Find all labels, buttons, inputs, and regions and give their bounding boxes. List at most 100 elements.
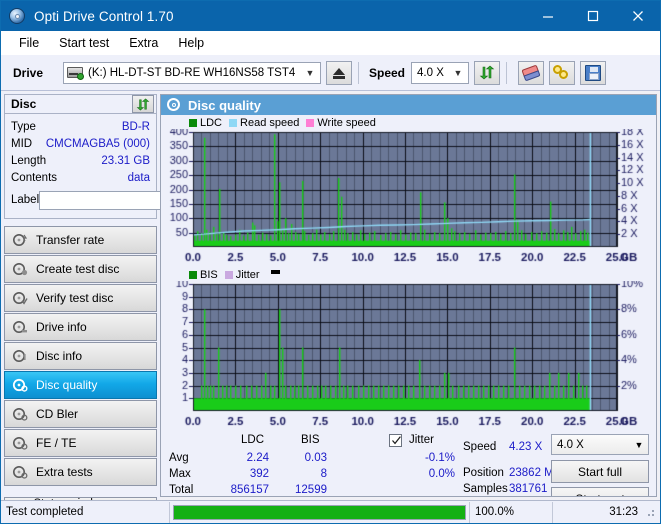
menu-bar: File Start test Extra Help	[1, 31, 660, 55]
eject-button[interactable]	[326, 60, 352, 85]
disc-length-label: Length	[11, 154, 47, 167]
sidebar: Disc Type BD-R MID CMCMAGBA5 (000) Lengt…	[1, 92, 244, 511]
keys-button[interactable]	[549, 60, 576, 85]
refresh-icon	[479, 65, 495, 80]
minimize-button[interactable]	[525, 1, 570, 31]
legend-label: Read speed	[240, 116, 300, 129]
chart2-legend: BIS Jitter	[161, 268, 656, 281]
elapsed-time: 31:23	[609, 506, 638, 518]
sidebar-item-drive-info[interactable]: Drive info	[4, 313, 157, 341]
jitter-checkbox[interactable]	[389, 434, 402, 447]
legend-item-ldc: LDC	[189, 117, 222, 129]
legend-label: Jitter	[235, 268, 260, 281]
legend-item-write-speed: Write speed	[306, 117, 376, 129]
sidebar-item-disc-info[interactable]: Disc info	[4, 342, 157, 370]
progress-fill	[174, 505, 465, 519]
status-bar: Test completed 100.0% 31:23	[1, 500, 660, 523]
legend-swatch	[189, 118, 197, 127]
stats-row-max-label: Max	[169, 468, 191, 480]
disc-info-icon	[12, 348, 30, 364]
window-title: Opti Drive Control 1.70	[34, 8, 174, 24]
position-stat-label: Position	[463, 467, 504, 479]
keys-icon	[553, 64, 571, 81]
refresh-button[interactable]	[474, 60, 501, 85]
status-separator-1	[169, 501, 170, 523]
nav-list: Transfer rate Create test disc Verify te…	[4, 226, 157, 487]
menu-file[interactable]: File	[9, 34, 49, 52]
bis-chart	[161, 281, 656, 431]
sidebar-label: Create test disc	[36, 262, 120, 276]
disc-verify-icon	[12, 290, 30, 306]
progress-bar	[173, 504, 466, 520]
test-speed-select[interactable]: 4.0 X ▼	[551, 434, 649, 455]
window-controls	[525, 1, 660, 31]
sidebar-item-create-test-disc[interactable]: Create test disc	[4, 255, 157, 283]
disc-create-icon	[12, 261, 30, 277]
sidebar-item-verify-test-disc[interactable]: Verify test disc	[4, 284, 157, 312]
legend-label: Write speed	[317, 116, 376, 129]
jitter-label: Jitter	[409, 434, 434, 446]
jitter-avg-value: -0.1%	[424, 452, 455, 464]
sidebar-label: FE / TE	[36, 436, 77, 450]
legend-swatch	[306, 118, 315, 127]
sidebar-item-transfer-rate[interactable]: Transfer rate	[4, 226, 157, 254]
start-full-button[interactable]: Start full	[551, 460, 649, 483]
disc-contents-value: data	[127, 171, 150, 184]
sidebar-item-cd-bler[interactable]: CD Bler	[4, 400, 157, 428]
page-title: Disc quality	[188, 97, 261, 113]
disc-drive-icon	[12, 319, 30, 335]
menu-extra[interactable]: Extra	[119, 34, 168, 52]
close-button[interactable]	[615, 1, 660, 31]
menu-start-test[interactable]: Start test	[49, 34, 119, 52]
samples-stat-value: 381761	[509, 483, 548, 495]
content-panel: Disc quality LDC Read speed Write speed	[160, 94, 657, 497]
chevron-down-icon: ▼	[305, 67, 315, 78]
disc-quality-icon	[167, 98, 181, 112]
legend-label: LDC	[200, 116, 223, 129]
speed-label: Speed	[369, 65, 406, 80]
save-button[interactable]	[580, 60, 607, 85]
start-part-button[interactable]: Start part	[551, 487, 649, 496]
drive-icon	[67, 65, 84, 80]
disc-refresh-button[interactable]	[132, 95, 154, 113]
sidebar-label: Transfer rate	[36, 233, 105, 247]
maximize-button[interactable]	[570, 1, 615, 31]
sidebar-label: Drive info	[36, 320, 87, 334]
stats-total-ldc: 856157	[230, 484, 269, 496]
chevron-down-icon: ▼	[453, 67, 463, 78]
ldc-chart-canvas[interactable]	[161, 129, 654, 265]
disc-contents-label: Contents	[11, 171, 58, 184]
chevron-down-icon: ▼	[634, 439, 644, 450]
status-message: Test completed	[6, 506, 84, 518]
sidebar-item-disc-quality[interactable]: Disc quality	[4, 371, 157, 399]
jitter-max-value: 0.0%	[428, 468, 455, 480]
menu-help[interactable]: Help	[168, 34, 214, 52]
test-speed-value: 4.0 X	[557, 438, 584, 451]
speed-select-value: 4.0 X	[417, 66, 444, 79]
disc-mid-label: MID	[11, 137, 33, 150]
speed-stat-value: 4.23 X	[509, 441, 543, 453]
disc-label-row: Label	[11, 188, 244, 212]
stats-max-ldc: 392	[249, 468, 269, 480]
disc-panel-header: Disc	[4, 94, 157, 113]
sidebar-label: CD Bler	[36, 407, 79, 421]
sidebar-item-extra-tests[interactable]: Extra tests	[4, 458, 157, 486]
disc-mid-value: CMCMAGBA5 (000)	[45, 137, 150, 150]
bis-chart-canvas[interactable]	[161, 281, 654, 431]
ldc-chart	[161, 129, 656, 265]
progress-percent: 100.0%	[475, 506, 515, 518]
disc-row-type: Type BD-R	[11, 118, 150, 135]
main-body: Disc Type BD-R MID CMCMAGBA5 (000) Lengt…	[1, 92, 660, 511]
disc-type-label: Type	[11, 120, 36, 133]
speed-select[interactable]: 4.0 X ▼	[411, 61, 470, 84]
sidebar-item-fe-te[interactable]: FE / TE	[4, 429, 157, 457]
eject-icon	[333, 68, 345, 75]
check-icon	[392, 436, 401, 445]
erase-button[interactable]	[518, 60, 545, 85]
drive-select[interactable]: (K:) HL-DT-ST BD-RE WH16NS58 TST4 ▼	[63, 61, 321, 84]
disc-info-box: Type BD-R MID CMCMAGBA5 (000) Length 23.…	[4, 113, 244, 219]
refresh-icon	[136, 98, 150, 110]
floppy-save-icon	[585, 64, 602, 81]
resize-grip-icon[interactable]	[643, 505, 657, 519]
